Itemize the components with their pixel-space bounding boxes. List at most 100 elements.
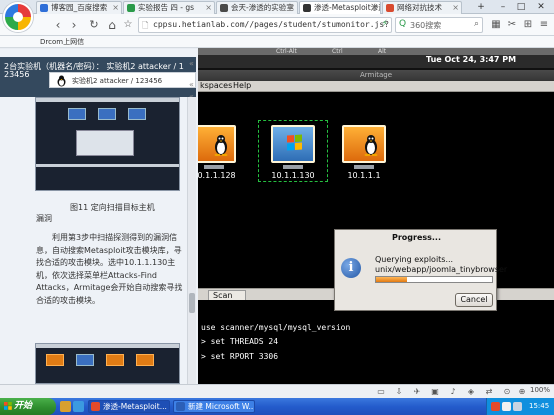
close-icon[interactable]: × <box>452 2 459 14</box>
lab-password-tail: 23456 <box>4 70 30 79</box>
tray-volume-icon[interactable] <box>513 402 522 411</box>
linux-tux-icon <box>214 135 228 156</box>
zoom-level[interactable]: 100% <box>530 386 550 394</box>
remote-desktop[interactable]: Ctrl-Alt Ctrl Alt Tue Oct 24, 3:47 PM Ar… <box>198 48 554 384</box>
monitor-stand <box>283 165 303 169</box>
windows-logo-icon <box>287 134 303 151</box>
host-monitor <box>342 125 386 163</box>
translate-icon[interactable]: ⇄ <box>483 386 495 398</box>
progress-dialog: Progress... i Querying exploits... unix/… <box>334 229 507 311</box>
audio-icon[interactable]: ♪ <box>447 386 459 398</box>
browser-icon <box>91 402 100 411</box>
vm-selector[interactable]: 实验机2 attacker / 123456 <box>49 72 196 88</box>
progress-module: unix/webapp/joomla_tinybrowser <box>375 265 508 274</box>
close-icon[interactable]: × <box>288 2 295 14</box>
vm-label: 实验机2 attacker / 123456 <box>72 77 163 85</box>
host-monitor <box>198 125 236 163</box>
ctrl-key[interactable]: Ctrl <box>332 48 343 55</box>
search-icon[interactable]: ⌕ <box>474 19 479 29</box>
extensions-icon[interactable]: ⊞ <box>521 18 535 32</box>
security-icon[interactable]: ◈ <box>465 386 477 398</box>
close-icon[interactable]: × <box>205 2 212 14</box>
cancel-button[interactable]: Cancel <box>455 293 493 307</box>
scrollbar-thumb[interactable] <box>189 293 195 313</box>
bookmark-star-icon[interactable]: ☆ <box>120 17 136 33</box>
page-info-icon: 🗋 <box>142 21 149 30</box>
dialog-title: Progress... <box>391 233 442 242</box>
url-text: cppsu.hetianlab.com//pages/student/stumo… <box>153 20 390 29</box>
menu-workspaces[interactable]: kspaces <box>200 81 232 90</box>
system-tray: 15:45 <box>486 398 554 415</box>
back-button[interactable]: ‹ <box>50 17 66 33</box>
lock-icon[interactable]: ⊙ <box>501 386 513 398</box>
close-window-button[interactable]: ✕ <box>534 0 548 14</box>
ctrl-alt-key[interactable]: Ctrl-Alt <box>276 48 297 55</box>
menu-icon[interactable]: ≡ <box>537 18 551 32</box>
collapse-left-icon[interactable]: « <box>186 58 197 69</box>
browser-status-bar: ▭ ⇩ ✈ ▣ ♪ ◈ ⇄ ⊙ ⊕ 100% <box>0 384 554 398</box>
bookmark-drcom[interactable]: Drcom上网信 <box>40 37 84 47</box>
quicklaunch-icon[interactable] <box>73 401 84 412</box>
info-icon: i <box>341 258 361 278</box>
minimize-button[interactable]: – <box>496 0 510 14</box>
progress-status: Querying exploits... <box>375 255 454 264</box>
page-icon <box>220 4 228 12</box>
doc-paragraph: 利用第3步中扫描探测得到的漏洞信息，自动搜索Metasploit攻击模块库，寻找… <box>36 233 183 305</box>
grid-icon[interactable]: ▦ <box>489 18 503 32</box>
speed-icon[interactable]: ✈ <box>411 386 423 398</box>
doc-scrollbar[interactable] <box>187 97 196 384</box>
layout-icon[interactable]: ▭ <box>375 386 387 398</box>
tab-label: 实验报告 四 - gs <box>138 3 195 12</box>
forward-button[interactable]: › <box>66 17 82 33</box>
quicklaunch-icon[interactable] <box>60 401 71 412</box>
close-icon[interactable]: × <box>371 2 378 14</box>
browser-tab-4[interactable]: 渗透-Metasploit渗透 × <box>299 1 381 14</box>
tab-label: 博客园_百度搜索 <box>51 3 108 12</box>
tray-network-icon[interactable] <box>502 402 511 411</box>
spacer <box>0 49 198 57</box>
search-box[interactable]: Q 360搜索 ⌕ <box>395 17 483 33</box>
search-engine-icon[interactable]: Q <box>399 19 406 29</box>
alt-key[interactable]: Alt <box>378 48 386 55</box>
browser-tab-5[interactable]: 网络对抗技术 × <box>382 1 462 14</box>
figure-caption: 图11 定向扫描目标主机 <box>70 203 155 212</box>
home-button[interactable]: ⌂ <box>104 17 120 33</box>
close-icon[interactable]: × <box>112 2 119 14</box>
armitage-menubar: kspaces Help <box>198 81 554 92</box>
windows-taskbar: 开始 渗透-Metasploit... 新建 Microsoft W... 15… <box>0 398 554 415</box>
address-bar[interactable]: 🗋 cppsu.hetianlab.com//pages/student/stu… <box>138 17 392 33</box>
taskbar-item-browser[interactable]: 渗透-Metasploit... <box>88 400 170 413</box>
console-line: > set RPORT 3306 <box>201 352 279 361</box>
reload-button[interactable]: ↻ <box>86 17 102 33</box>
menu-help[interactable]: Help <box>233 81 251 90</box>
browser-logo-icon[interactable] <box>3 2 33 32</box>
zoom-icon[interactable]: ⊕ <box>516 386 528 398</box>
collapse-left-icon[interactable]: « <box>186 79 197 90</box>
linux-tux-icon <box>364 135 378 156</box>
maximize-button[interactable]: □ <box>514 0 528 14</box>
progress-fill <box>376 277 408 282</box>
progress-bar <box>375 276 493 283</box>
scissors-icon[interactable]: ✂ <box>505 18 519 32</box>
doc-screenshot-armitage <box>35 97 180 191</box>
tray-app-icon[interactable] <box>491 402 500 411</box>
download-icon[interactable]: ⇩ <box>393 386 405 398</box>
baidu-icon <box>40 4 48 12</box>
browser-tab-2[interactable]: 实验报告 四 - gs × <box>123 1 215 14</box>
linux-penguin-icon <box>57 75 66 87</box>
browser-tab-3[interactable]: 会天-渗透的实验室 × <box>216 1 298 14</box>
armitage-title-bar: Armitage <box>198 70 554 81</box>
console-line: > set THREADS 24 <box>201 337 279 346</box>
start-label: 开始 <box>14 401 33 411</box>
tab-strip: 博客园_百度搜索 × 实验报告 四 - gs × 会天-渗透的实验室 × 渗透-… <box>0 0 554 14</box>
secure-icon[interactable]: ⚡ <box>382 19 388 29</box>
taskbar-item-word[interactable]: 新建 Microsoft W... <box>173 400 255 413</box>
new-tab-button[interactable]: + <box>474 0 488 14</box>
console-line: use scanner/mysql/mysql_version <box>201 323 351 332</box>
image-icon[interactable]: ▣ <box>429 386 441 398</box>
browser-toolbar: ‹ › ↻ ⌂ ☆ 🗋 cppsu.hetianlab.com//pages/s… <box>0 14 554 36</box>
task-label: 新建 Microsoft W... <box>188 402 255 411</box>
msf-console[interactable]: use scanner/mysql/mysql_version > set TH… <box>198 300 554 384</box>
browser-tab-1[interactable]: 博客园_百度搜索 × <box>36 1 122 14</box>
desktop-clock: Tue Oct 24, 3:47 PM <box>426 55 517 64</box>
